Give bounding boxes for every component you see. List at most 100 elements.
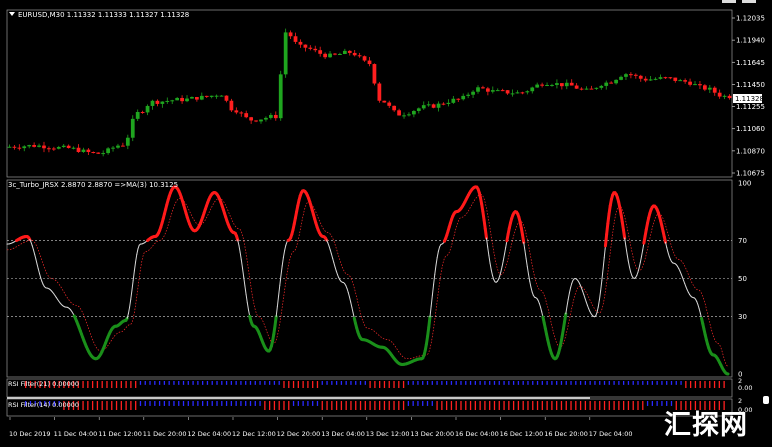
jrsx-segment xyxy=(524,249,527,260)
filter-bar-up xyxy=(240,381,242,385)
candle-body xyxy=(456,98,461,100)
jrsx-segment xyxy=(584,297,587,303)
filter-bar-up xyxy=(632,381,634,385)
filter-bar-up xyxy=(245,381,247,385)
price-axis-label: 1.11255 xyxy=(736,103,765,111)
candle-body xyxy=(32,145,36,147)
jrsx-segment xyxy=(427,315,432,329)
filter-bar-up xyxy=(651,381,654,385)
candle-body xyxy=(722,95,727,97)
filter-bar-up xyxy=(182,401,185,406)
time-axis-label: 13 Dec 12:00 xyxy=(366,430,410,438)
filter-bar-up xyxy=(642,381,644,385)
filter-bar-down xyxy=(709,401,711,410)
jrsx-segment xyxy=(488,254,491,264)
candle-body xyxy=(441,103,446,105)
filter-bar-up xyxy=(297,401,299,406)
jrsx-segment xyxy=(500,266,503,273)
price-axis-label: 1.11450 xyxy=(736,81,765,89)
filter-bar-up xyxy=(512,381,515,385)
jrsx-segment xyxy=(327,242,330,247)
filter-bar-down xyxy=(575,401,577,410)
filter-bar-up xyxy=(307,401,309,406)
jrsx-segment xyxy=(637,267,640,273)
jrsx-segment xyxy=(430,294,433,307)
filter-bar-up xyxy=(221,381,223,385)
filter-bar-down xyxy=(111,401,113,410)
filter-bar-down xyxy=(135,381,137,388)
candle-body xyxy=(397,110,401,116)
filter-bar-up xyxy=(450,381,453,385)
filter-bar-down xyxy=(292,381,295,388)
filter-bar-down xyxy=(87,381,89,388)
filter-bar-down xyxy=(579,401,582,410)
chart-canvas[interactable]: 1.12035 1.11940 1.11645 1.11450 1.11255 1.110… xyxy=(0,0,772,447)
filter-bar-up xyxy=(312,401,314,406)
filter-bar-up xyxy=(225,381,228,385)
candle-body xyxy=(273,114,278,119)
filter-bar-down xyxy=(460,401,462,410)
jrsx-segment xyxy=(245,294,248,304)
filter-bar-down xyxy=(321,401,323,410)
candle-body xyxy=(407,114,411,116)
filter-bar-down xyxy=(307,381,309,388)
filter-bar-up xyxy=(570,381,572,385)
filter-bar-up xyxy=(670,401,673,406)
window-button[interactable] xyxy=(722,0,736,3)
jrsx-segment xyxy=(487,246,490,256)
filter-bar-down xyxy=(388,381,390,388)
filter-bar-up xyxy=(326,381,328,385)
candle-body xyxy=(594,87,599,89)
candle-body xyxy=(86,149,91,153)
candle-body xyxy=(254,120,258,122)
filter-bar-up xyxy=(603,381,606,385)
filter-bar-up xyxy=(187,381,189,385)
candle-body xyxy=(520,92,525,94)
candle-body xyxy=(599,85,604,88)
filter-bar-up xyxy=(245,401,247,406)
filter-bar-up xyxy=(436,381,438,385)
filter-bar-down xyxy=(91,401,94,410)
filter-bar-down xyxy=(101,381,103,388)
jrsx-segment xyxy=(240,259,244,269)
filter-bar-up xyxy=(278,381,280,385)
candle-body xyxy=(712,87,717,93)
filter-bar-down xyxy=(115,381,118,388)
candle-body xyxy=(559,83,564,87)
filter-bar-up xyxy=(508,381,510,385)
filter-bar-down xyxy=(379,381,381,388)
filter-bar-up xyxy=(187,401,189,406)
jrsx-segment xyxy=(38,272,42,279)
filter-bar-up xyxy=(541,381,543,385)
jrsx-segment xyxy=(436,250,439,258)
candle-body xyxy=(56,146,61,149)
jrsx-segment xyxy=(595,311,598,317)
jrsx-segment xyxy=(525,258,528,268)
candle-body xyxy=(313,48,318,51)
jrsx-segment xyxy=(521,233,526,244)
filter-bar-down xyxy=(560,401,563,410)
filter-bar-up xyxy=(579,381,582,385)
candle-body xyxy=(76,147,81,152)
time-axis-label: 16 Dec 12:00 xyxy=(500,430,544,438)
jrsx-segment xyxy=(429,305,432,318)
filter-bar-up xyxy=(345,381,347,385)
candle-body xyxy=(643,78,648,81)
filter-bar-up xyxy=(556,381,558,385)
filter-bar-down xyxy=(388,401,390,410)
window-button[interactable] xyxy=(742,0,756,3)
filter-bar-up xyxy=(158,401,161,406)
filter-bar-down xyxy=(484,401,486,410)
candle-body xyxy=(717,92,722,97)
filter-bar-down xyxy=(125,401,127,410)
filter-bar-up xyxy=(441,381,443,385)
filter-bar-up xyxy=(268,381,271,385)
jrsx-segment xyxy=(636,271,639,277)
candle-body xyxy=(268,114,273,118)
jrsx-segment xyxy=(570,282,573,289)
filter-bar-up xyxy=(264,381,266,385)
filter-bar-up xyxy=(230,401,233,406)
panel-collapse-icon[interactable] xyxy=(9,12,15,16)
indicator-axis-label: 30 xyxy=(738,313,747,321)
jrsx-segment xyxy=(279,274,282,286)
